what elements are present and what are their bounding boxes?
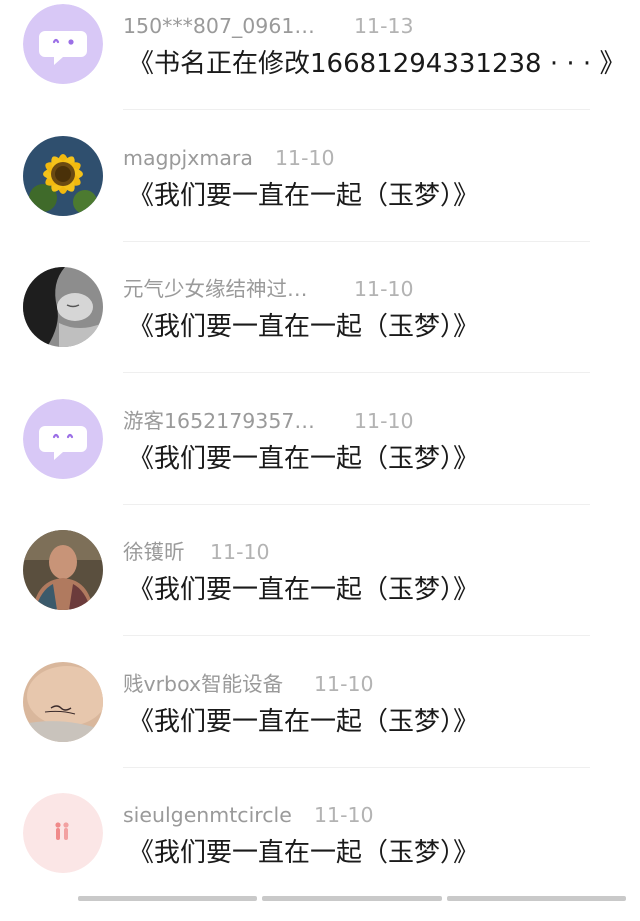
man-photo-avatar[interactable] (23, 530, 103, 610)
book-title[interactable]: 《我们要一直在一起（玉梦）》 (128, 834, 479, 872)
divider (123, 372, 590, 373)
book-title[interactable]: 《我们要一直在一起（玉梦）》 (128, 308, 479, 346)
username[interactable]: magpjxmara (123, 146, 253, 170)
username[interactable]: 游客1652179357… (123, 409, 315, 433)
divider (123, 503, 590, 505)
comment-meta: 元气少女缘结神过… 11-10 (123, 275, 414, 303)
book-title[interactable]: 《我们要一直在一起（玉梦）》 (128, 440, 479, 478)
default-chat-avatar[interactable] (23, 4, 103, 84)
divider (123, 766, 590, 768)
list-item[interactable]: 游客1652179357… 11-10 《我们要一直在一起（玉梦）》 (0, 395, 640, 527)
timestamp: 11-10 (354, 408, 414, 433)
username[interactable]: 150***807_0961… (123, 14, 315, 38)
comment-meta: 游客1652179357… 11-10 (123, 407, 414, 435)
list-item[interactable]: 贱vrbox智能设备 11-10 《我们要一直在一起（玉梦）》 (0, 658, 640, 790)
bottom-tab-bar (78, 896, 626, 901)
list-item[interactable]: 元气少女缘结神过… 11-10 《我们要一直在一起（玉梦）》 (0, 263, 640, 395)
book-title[interactable]: 《我们要一直在一起（玉梦）》 (128, 703, 479, 741)
username[interactable]: sieulgenmtcircle (123, 803, 292, 827)
list-item[interactable]: 徐镬昕 11-10 《我们要一直在一起（玉梦）》 (0, 526, 640, 658)
divider (123, 109, 590, 110)
username[interactable]: 贱vrbox智能设备 (123, 672, 283, 696)
pink-figures-avatar[interactable] (23, 793, 103, 873)
comment-meta: 贱vrbox智能设备 11-10 (123, 670, 374, 698)
timestamp: 11-10 (314, 803, 374, 827)
timestamp: 11-13 (354, 14, 414, 38)
username[interactable]: 徐镬昕 (123, 540, 185, 564)
default-chat-avatar[interactable] (23, 398, 103, 479)
tab-segment[interactable] (262, 896, 442, 901)
comment-meta: 150***807_0961… 11-13 (123, 12, 414, 40)
tattoo-skin-avatar[interactable] (23, 661, 103, 742)
divider (123, 635, 590, 636)
comment-meta: 徐镬昕 11-10 (123, 538, 270, 566)
timestamp: 11-10 (354, 277, 414, 301)
book-title[interactable]: 《我们要一直在一起（玉梦）》 (128, 571, 479, 609)
timestamp: 11-10 (314, 671, 374, 696)
timestamp: 11-10 (275, 145, 335, 170)
divider (123, 240, 590, 242)
username[interactable]: 元气少女缘结神过… (123, 277, 308, 301)
comment-meta: magpjxmara 11-10 (123, 144, 335, 172)
list-item[interactable]: 150***807_0961… 11-13 《书名正在修改16681294331… (0, 0, 640, 132)
comment-meta: sieulgenmtcircle 11-10 (123, 801, 374, 829)
sunflower-avatar[interactable] (23, 135, 103, 216)
list-item[interactable]: magpjxmara 11-10 《我们要一直在一起（玉梦）》 (0, 132, 640, 264)
sleeping-person-avatar[interactable] (23, 267, 103, 347)
book-title[interactable]: 《我们要一直在一起（玉梦）》 (128, 177, 479, 215)
tab-segment[interactable] (446, 896, 626, 901)
tab-segment[interactable] (78, 896, 258, 901)
book-title[interactable]: 《书名正在修改16681294331238 · · · 》 (128, 45, 625, 83)
timestamp: 11-10 (210, 540, 270, 564)
comment-list: 150***807_0961… 11-13 《书名正在修改16681294331… (0, 0, 640, 921)
